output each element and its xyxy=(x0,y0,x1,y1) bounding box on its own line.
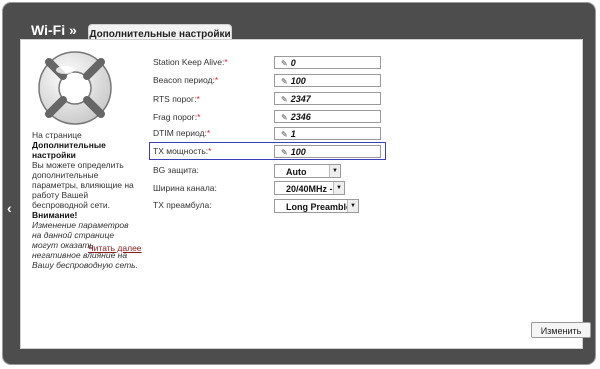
required-mark: * xyxy=(224,57,228,67)
tx-preamble-select[interactable]: Long Preamble ▼ xyxy=(274,199,359,213)
info-warning-title: Внимание! xyxy=(32,210,78,220)
collapse-sidebar-icon[interactable]: ‹ xyxy=(7,200,12,216)
pencil-icon: ✎ xyxy=(281,59,288,68)
pencil-icon: ✎ xyxy=(281,130,288,139)
pencil-icon: ✎ xyxy=(281,95,288,104)
label-bg-protection: BG защита: xyxy=(153,165,199,175)
pencil-icon: ✎ xyxy=(281,77,288,86)
input-value: 2347 xyxy=(290,94,311,104)
label-rts-threshold: RTS порог:* xyxy=(153,94,200,104)
dtim-period-input[interactable]: ✎ 1 xyxy=(274,127,381,140)
info-description: Вы можете определить дополнительные пара… xyxy=(32,160,134,210)
label-text: Beacon период: xyxy=(153,75,215,85)
input-value: 0 xyxy=(290,58,296,68)
chevron-down-icon: ▼ xyxy=(347,200,358,212)
beacon-period-input[interactable]: ✎ 100 xyxy=(274,74,381,87)
required-mark: * xyxy=(206,128,211,138)
rts-threshold-input[interactable]: ✎ 2347 xyxy=(274,92,381,105)
label-text: RTS порог: xyxy=(153,94,197,104)
select-value: 20/40MHz - xyxy=(286,184,333,194)
input-value: 100 xyxy=(290,147,306,157)
required-mark: * xyxy=(214,75,219,85)
tx-power-input[interactable]: ✎ 100 xyxy=(274,145,381,158)
label-beacon-period: Beacon период:* xyxy=(153,75,218,85)
apply-button[interactable]: Изменить xyxy=(531,322,591,338)
chevron-down-icon: ▼ xyxy=(329,165,340,177)
label-channel-width: Ширина канала: xyxy=(153,183,217,193)
label-text: Frag порог: xyxy=(153,112,198,122)
station-keep-alive-input[interactable]: ✎ 0 xyxy=(274,56,381,69)
label-station-keep-alive: Station Keep Alive:* xyxy=(153,57,228,67)
label-text: DTIM период: xyxy=(153,128,207,138)
input-value: 1 xyxy=(290,129,296,139)
chevron-down-icon: ▼ xyxy=(333,182,344,194)
label-frag-threshold: Frag порог:* xyxy=(153,112,200,122)
label-dtim-period: DTIM период:* xyxy=(153,128,210,138)
lifebuoy-icon xyxy=(38,51,112,125)
bg-protection-select[interactable]: Auto ▼ xyxy=(274,164,341,178)
required-mark: * xyxy=(196,94,200,104)
pencil-icon: ✎ xyxy=(281,148,288,157)
label-text: Station Keep Alive: xyxy=(153,57,225,67)
frag-threshold-input[interactable]: ✎ 2346 xyxy=(274,110,381,123)
select-value: Long Preamble xyxy=(286,202,352,212)
label-tx-preamble: TX преамбула: xyxy=(153,200,212,210)
pencil-icon: ✎ xyxy=(281,113,288,122)
select-value: Auto xyxy=(286,167,307,177)
channel-width-select[interactable]: 20/40MHz - ▼ xyxy=(274,181,345,195)
read-more-link[interactable]: Читать далее xyxy=(88,243,142,253)
required-mark: * xyxy=(197,112,201,122)
input-value: 100 xyxy=(290,76,306,86)
section-title: Wi-Fi » xyxy=(31,22,77,38)
info-page-name: Дополнительные настройки xyxy=(32,140,106,160)
info-intro: На странице xyxy=(32,130,82,140)
input-value: 2346 xyxy=(290,112,311,122)
